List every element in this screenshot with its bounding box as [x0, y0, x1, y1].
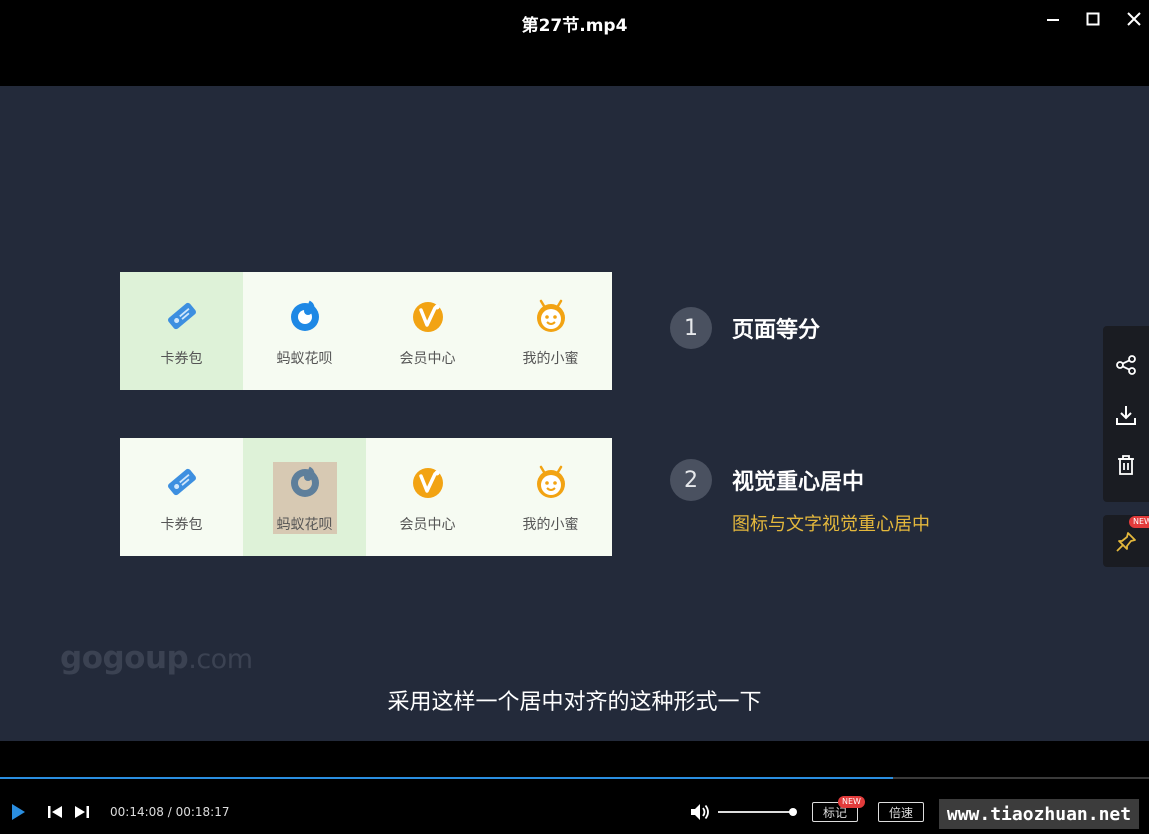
close-icon	[1127, 12, 1141, 26]
demo-cell: 会员中心	[366, 272, 489, 390]
maximize-icon	[1086, 12, 1100, 26]
time-current: 00:14:08	[110, 805, 164, 819]
demo-cell: 卡券包	[120, 272, 243, 390]
new-badge: NEW	[1129, 516, 1149, 528]
bee-icon	[529, 460, 573, 504]
next-icon	[75, 806, 89, 818]
speed-button[interactable]: 倍速	[878, 802, 924, 822]
minimize-button[interactable]	[1039, 6, 1067, 32]
previous-button[interactable]	[46, 803, 64, 821]
volume-knob[interactable]	[789, 808, 797, 816]
cell-label: 会员中心	[399, 517, 456, 533]
trash-icon	[1118, 455, 1134, 475]
video-canvas[interactable]: 卡券包 蚂蚁花呗 会员中心 我的小蜜 卡券包 蚂蚁花呗 会员中心 我的小蜜 1 …	[0, 86, 1149, 741]
window-title: 第27节.mp4	[521, 16, 628, 36]
cell-label: 卡券包	[160, 517, 203, 533]
point-subtitle: 图标与文字视觉重心居中	[732, 514, 930, 535]
next-button[interactable]	[73, 803, 91, 821]
watermark-suffix: .com	[188, 644, 253, 675]
demo-cell: 卡券包	[120, 438, 243, 556]
point-title: 视觉重心居中	[732, 470, 865, 495]
minimize-icon	[1047, 19, 1059, 21]
bee-icon	[529, 294, 573, 338]
play-icon	[12, 804, 25, 820]
close-button[interactable]	[1120, 6, 1148, 32]
volume-slider[interactable]	[718, 808, 797, 816]
video-watermark: gogoup.com	[60, 640, 253, 676]
mark-new-badge: NEW	[838, 796, 865, 808]
demo-cell: 会员中心	[366, 438, 489, 556]
time-display: 00:14:08 / 00:18:17	[110, 805, 229, 819]
point-number-badge: 2	[670, 459, 712, 501]
download-icon	[1116, 406, 1136, 425]
ticket-icon	[160, 294, 204, 338]
demo-cell: 蚂蚁花呗	[243, 438, 366, 556]
side-toolbar	[1103, 326, 1149, 502]
video-subtitle: 采用这样一个居中对齐的这种形式一下	[387, 690, 762, 715]
play-button[interactable]	[8, 801, 28, 823]
volume-button[interactable]	[690, 802, 712, 822]
maximize-button[interactable]	[1079, 6, 1107, 32]
speed-label: 倍速	[888, 805, 913, 820]
cell-label: 蚂蚁花呗	[276, 517, 333, 533]
point-number-badge: 1	[670, 307, 712, 349]
pin-icon	[1116, 532, 1136, 552]
share-button[interactable]	[1114, 353, 1138, 377]
cell-label: 会员中心	[399, 351, 456, 367]
share-icon	[1116, 355, 1136, 375]
previous-icon	[48, 806, 62, 818]
huabei-icon	[283, 460, 327, 504]
volume-icon	[691, 804, 709, 820]
time-separator: /	[163, 805, 176, 819]
member-v-icon	[406, 294, 450, 338]
download-button[interactable]	[1114, 403, 1138, 427]
demo-cell: 蚂蚁花呗	[243, 272, 366, 390]
demo-card-visual-center: 卡券包 蚂蚁花呗 会员中心 我的小蜜	[120, 438, 612, 556]
title-bar: 第27节.mp4	[0, 0, 1149, 86]
ticket-icon	[160, 460, 204, 504]
demo-cell: 我的小蜜	[489, 438, 612, 556]
watermark-main: gogoup	[60, 640, 189, 676]
cell-label: 我的小蜜	[522, 351, 579, 367]
delete-button[interactable]	[1114, 453, 1138, 477]
pin-panel: NEW	[1103, 515, 1149, 567]
cell-label: 卡券包	[160, 351, 203, 367]
player-controls: 00:14:08 / 00:18:17 标记 NEW 倍速 www.tiaozh…	[0, 779, 1149, 834]
huabei-icon	[283, 294, 327, 338]
site-watermark-tag: www.tiaozhuan.net	[939, 799, 1139, 829]
demo-cell: 我的小蜜	[489, 272, 612, 390]
cell-label: 我的小蜜	[522, 517, 579, 533]
time-total: 00:18:17	[175, 805, 230, 819]
pin-button[interactable]	[1114, 530, 1138, 554]
point-title: 页面等分	[732, 318, 821, 343]
cell-label: 蚂蚁花呗	[276, 351, 333, 367]
demo-card-equal-split: 卡券包 蚂蚁花呗 会员中心 我的小蜜	[120, 272, 612, 390]
member-v-icon	[406, 460, 450, 504]
